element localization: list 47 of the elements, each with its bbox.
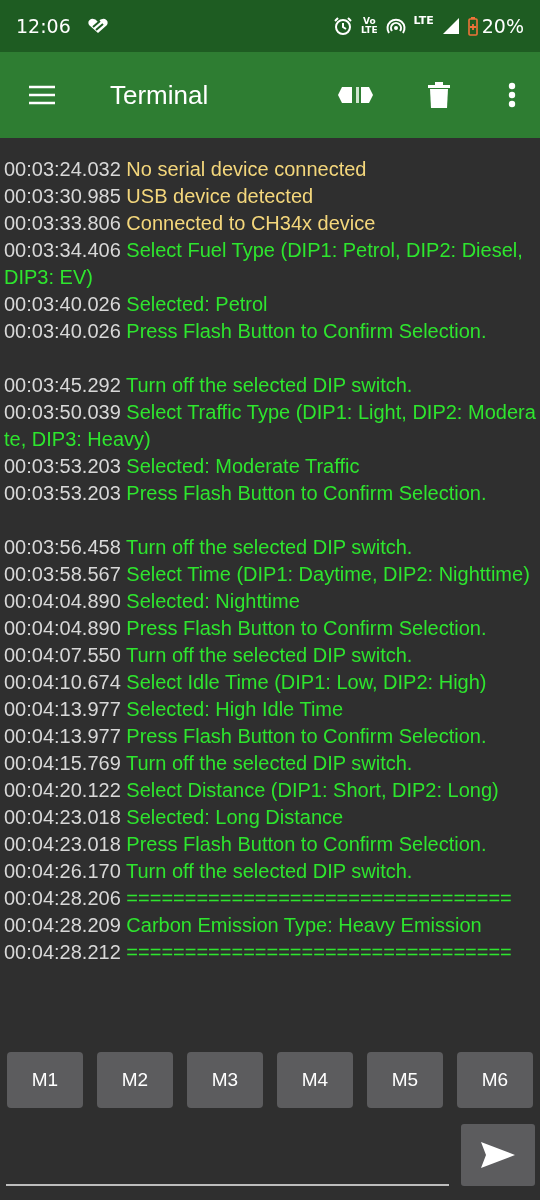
log-line: 00:04:23.018 Press Flash Button to Confirm Selection. [4, 832, 488, 857]
macro-button[interactable]: M5 [367, 1052, 443, 1108]
log-line: 00:04:10.674 Select Idle Time (DIP1: Low, DIP2: High) [4, 670, 488, 695]
log-line: 00:04:20.122 Select Distance (DIP1: Short, DIP2: Long) [4, 778, 500, 803]
hotspot-icon [385, 17, 406, 35]
log-line: 00:04:13.977 Press Flash Button to Confirm Selection. [4, 724, 488, 749]
log-line: 00:03:56.458 Turn off the selected DIP switch. [4, 535, 414, 560]
log-line: 00:04:26.170 Turn off the selected DIP switch. [4, 859, 414, 884]
battery-icon [467, 16, 478, 36]
volte-indicator: Vo LTE [361, 17, 378, 35]
menu-icon[interactable] [28, 85, 56, 105]
macro-button[interactable]: M3 [187, 1052, 263, 1108]
heart-icon [86, 18, 109, 34]
log-line: 00:03:33.806 Connected to CH34x device [4, 211, 377, 236]
log-line: 00:04:04.890 Press Flash Button to Confirm Selection. [4, 616, 488, 641]
log-line: 00:03:30.985 USB device detected [4, 184, 315, 209]
log-line: 00:04:15.769 Turn off the selected DIP switch. [4, 751, 414, 776]
log-line: 00:04:13.977 Selected: High Idle Time [4, 697, 345, 722]
log-line: 00:03:24.032 No serial device connected [4, 157, 368, 182]
log-line: 00:04:28.212 ================================= [4, 940, 513, 965]
alarm-icon [333, 16, 353, 36]
log-line: 00:03:58.567 Select Time (DIP1: Daytime, DIP2: Nighttime) [4, 562, 531, 587]
macro-button[interactable]: M4 [277, 1052, 353, 1108]
log-line: 00:04:07.550 Turn off the selected DIP switch. [4, 643, 414, 668]
log-line: 00:04:28.209 Carbon Emission Type: Heavy Emission [4, 913, 483, 938]
log-line: 00:03:53.203 Press Flash Button to Confirm Selection. [4, 481, 488, 506]
macro-button[interactable]: M1 [7, 1052, 83, 1108]
log-line: 00:03:53.203 Selected: Moderate Traffic [4, 454, 361, 479]
log-line: 00:03:34.406 Select Fuel Type (DIP1: Petrol, DIP2: Diesel, DIP3: EV) [4, 238, 524, 290]
log-line: 00:03:40.026 Press Flash Button to Confirm Selection. [4, 319, 488, 344]
app-title: Terminal [110, 79, 209, 111]
log-line: 00:03:50.039 Select Traffic Type (DIP1: Light, DIP2: Moderate, DIP3: Heavy) [4, 400, 536, 452]
log-line: 00:04:04.890 Selected: Nighttime [4, 589, 301, 614]
trash-icon[interactable] [428, 82, 450, 108]
log-line: 00:03:45.292 Turn off the selected DIP switch. [4, 373, 414, 398]
send-button[interactable] [461, 1124, 535, 1186]
macro-button[interactable]: M6 [457, 1052, 533, 1108]
network-type: LTE [413, 14, 434, 27]
more-options-icon[interactable] [508, 82, 516, 108]
battery-level: 20% [481, 15, 524, 37]
send-icon [481, 1142, 515, 1168]
log-line: 00:04:28.206 ================================= [4, 886, 513, 911]
macro-button[interactable]: M2 [97, 1052, 173, 1108]
clock: 12:06 [16, 15, 71, 37]
log-line: 00:04:23.018 Selected: Long Distance [4, 805, 345, 830]
log-line: 00:03:40.026 Selected: Petrol [4, 292, 269, 317]
signal-icon [441, 17, 460, 35]
